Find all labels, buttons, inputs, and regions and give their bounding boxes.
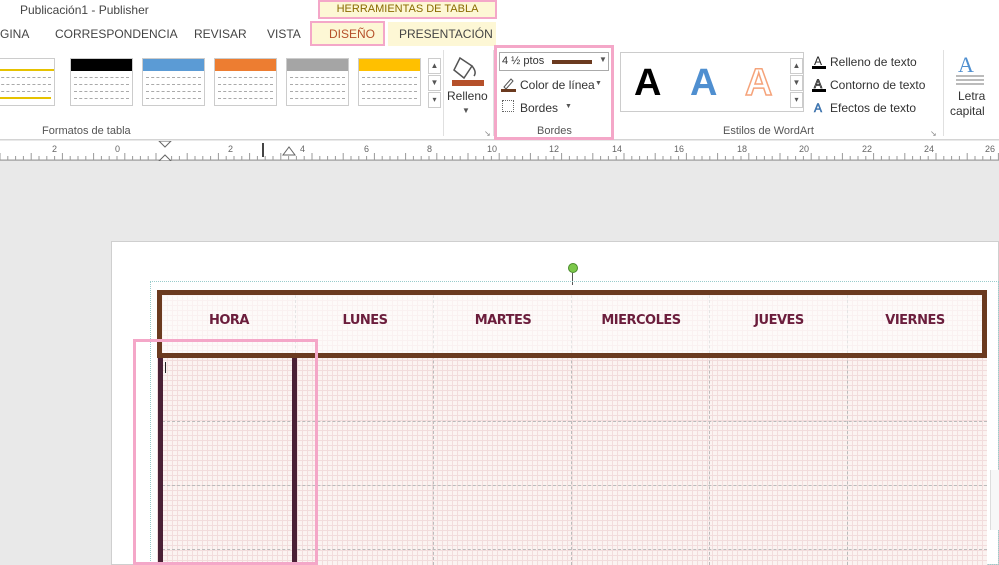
table-format-black[interactable] [70, 58, 133, 106]
gallery-scroll-up[interactable]: ▲ [428, 58, 441, 74]
svg-text:A: A [814, 54, 822, 68]
ribbon-separator [443, 50, 444, 136]
drop-cap-icon[interactable]: A [956, 52, 986, 86]
color-linea-button[interactable]: Color de línea [520, 78, 595, 92]
header-cell-jueves[interactable]: JUEVES [710, 313, 848, 328]
header-cell-miercoles[interactable]: MIERCOLES [572, 313, 710, 328]
borders-icon[interactable] [502, 100, 514, 112]
tab-correspondencia[interactable]: CORRESPONDENCIA [55, 27, 178, 41]
ruler-tick-label: 24 [924, 144, 935, 154]
text-effects-icon[interactable]: A [812, 100, 826, 116]
column-marker[interactable] [262, 143, 264, 157]
dialog-launcher-icon[interactable]: ↘ [484, 129, 491, 138]
line-weight-value: 4 ½ ptos [502, 55, 545, 67]
ruler-tick-label: 26 [985, 144, 996, 154]
ruler-tick-label: 10 [487, 144, 498, 154]
ruler-tick-label: 2 [228, 144, 234, 154]
wordart-style-orange-outline[interactable]: A [744, 61, 773, 105]
formatos-group-label: Formatos de tabla [42, 125, 131, 137]
table-tools-context-label: HERRAMIENTAS DE TABLA [318, 0, 497, 19]
svg-text:A: A [958, 52, 974, 77]
chevron-down-icon: ▼ [595, 80, 602, 87]
rotate-handle[interactable] [568, 263, 578, 273]
ruler-tick-label: 6 [364, 144, 370, 154]
table-format-orange[interactable] [214, 58, 277, 106]
hora-column-highlight [133, 339, 318, 565]
wordart-scroll-up[interactable]: ▲ [790, 58, 803, 74]
ruler-tick-label: 14 [612, 144, 623, 154]
table-format-blue[interactable] [142, 58, 205, 106]
ruler-tick-label: 22 [862, 144, 873, 154]
contorno-texto-button[interactable]: Contorno de texto [830, 78, 925, 92]
efectos-texto-button[interactable]: Efectos de texto [830, 101, 916, 115]
wordart-group-label: Estilos de WordArt [723, 125, 814, 137]
vertical-scrollbar[interactable] [990, 470, 999, 530]
chevron-down-icon: ▼ [565, 103, 572, 110]
ruler-tick-label: 18 [737, 144, 748, 154]
line-weight-preview [552, 60, 592, 64]
ruler-tick-label: 2 [52, 144, 58, 154]
svg-text:A: A [814, 101, 822, 115]
relleno-button[interactable]: Relleno [447, 89, 488, 103]
right-indent-marker-icon[interactable] [282, 141, 296, 161]
text-fill-icon[interactable]: A [812, 54, 826, 69]
letra-capital-label-1[interactable]: Letra [958, 89, 985, 103]
line-weight-select[interactable]: 4 ½ ptos ▼ [499, 52, 609, 71]
wordart-more-button[interactable]: ▾ [790, 92, 803, 108]
relleno-dropdown-icon[interactable]: ▼ [462, 106, 470, 115]
relleno-texto-button[interactable]: Relleno de texto [830, 55, 917, 69]
fill-bucket-icon[interactable] [450, 52, 486, 88]
ruler-tick-label: 12 [549, 144, 560, 154]
ruler-tick-label: 0 [115, 144, 121, 154]
table-format-yellow-lines[interactable] [0, 58, 55, 106]
header-cell-hora[interactable]: HORA [160, 313, 298, 328]
wordart-style-blue[interactable]: A [690, 62, 717, 105]
table-format-gold[interactable] [358, 58, 421, 106]
text-outline-icon[interactable]: A [812, 77, 826, 92]
header-cell-lunes[interactable]: LUNES [296, 313, 434, 328]
tab-diseno[interactable]: DISEÑO [329, 27, 375, 41]
horizontal-ruler [0, 141, 999, 161]
bordes-button[interactable]: Bordes [520, 101, 558, 115]
gallery-scroll-down[interactable]: ▼ [428, 75, 441, 91]
ruler-tick-label: 4 [300, 144, 306, 154]
tab-revisar[interactable]: REVISAR [194, 27, 247, 41]
window-title: Publicación1 - Publisher [20, 3, 149, 17]
ruler-tick-label: 8 [427, 144, 433, 154]
svg-text:A: A [814, 77, 822, 91]
ribbon-separator [943, 50, 944, 136]
wordart-scroll-down[interactable]: ▼ [790, 75, 803, 91]
title-bar [0, 0, 999, 22]
tab-pagina[interactable]: GINA [0, 27, 29, 41]
ruler-tick-label: 20 [799, 144, 810, 154]
gallery-more-button[interactable]: ▾ [428, 92, 441, 108]
dialog-launcher-icon[interactable]: ↘ [930, 129, 937, 138]
bordes-group-label: Bordes [537, 125, 572, 137]
wordart-style-black[interactable]: A [634, 62, 661, 105]
indent-marker-icon[interactable] [157, 140, 173, 162]
tab-vista[interactable]: VISTA [267, 27, 301, 41]
table-format-gray[interactable] [286, 58, 349, 106]
chevron-down-icon: ▼ [599, 55, 607, 64]
header-cell-martes[interactable]: MARTES [434, 313, 572, 328]
tab-presentacion[interactable]: PRESENTACIÓN [399, 27, 493, 41]
ruler-tick-label: 16 [674, 144, 685, 154]
header-cell-viernes[interactable]: VIERNES [846, 313, 984, 328]
pen-color-icon[interactable] [501, 76, 516, 92]
letra-capital-label-2[interactable]: capital [950, 104, 985, 118]
